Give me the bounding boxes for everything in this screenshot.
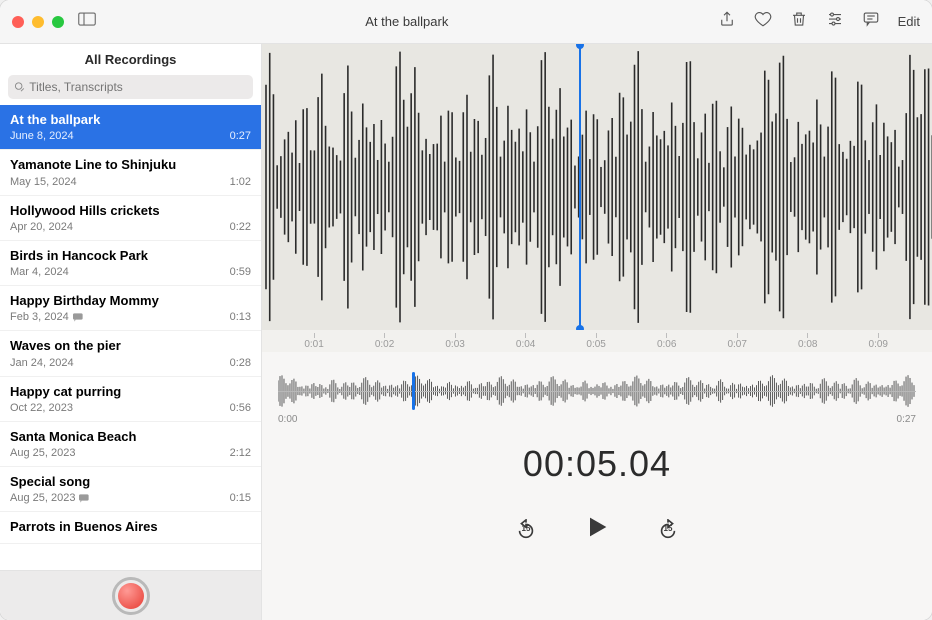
overview-playhead[interactable] (412, 372, 415, 410)
overview-end-time: 0:27 (897, 414, 916, 425)
waveform-overview[interactable] (278, 372, 916, 410)
search-field[interactable] (8, 75, 253, 99)
timeline-ruler[interactable]: 0:01 0:02 0:03 0:04 0:05 0:06 0:07 0:08 0:09 (262, 330, 932, 352)
share-button[interactable] (718, 10, 736, 33)
timeline-tick: 0:01 (304, 333, 323, 350)
transcript-button[interactable] (862, 10, 880, 33)
search-input[interactable] (29, 80, 247, 94)
recording-title: Parrots in Buenos Aires (10, 519, 251, 535)
play-button[interactable] (583, 513, 611, 546)
record-button[interactable] (112, 577, 150, 615)
window-controls (12, 16, 64, 28)
recording-duration: 1:02 (230, 176, 251, 188)
recording-duration: 0:27 (230, 130, 251, 142)
timeline-tick: 0:08 (798, 333, 817, 350)
recording-duration: 0:28 (230, 357, 251, 369)
recording-duration: 0:56 (230, 402, 251, 414)
recording-title: Yamanote Line to Shinjuku (10, 157, 251, 173)
recording-date: Feb 3, 2024 (10, 311, 84, 323)
waveform-large[interactable] (262, 44, 932, 330)
recording-item-1[interactable]: Yamanote Line to Shinjuku May 15, 2024 1:0… (0, 150, 261, 195)
recording-title: Special song (10, 474, 251, 490)
timeline-tick: 0:09 (869, 333, 888, 350)
main-panel: 0:01 0:02 0:03 0:04 0:05 0:06 0:07 0:08 0:09 0:0… (262, 44, 932, 620)
sidebar-heading: All Recordings (0, 44, 261, 75)
playhead[interactable] (579, 44, 581, 330)
timeline-tick: 0:03 (445, 333, 464, 350)
recording-title: Santa Monica Beach (10, 429, 251, 445)
recording-duration: 0:59 (230, 266, 251, 278)
zoom-window-button[interactable] (52, 16, 64, 28)
recording-item-4[interactable]: Happy Birthday Mommy Feb 3, 2024 0:13 (0, 286, 261, 331)
toolbar-actions: Edit (718, 10, 920, 33)
overview-start-time: 0:00 (278, 414, 297, 425)
current-time-display: 00:05.04 (262, 443, 932, 485)
overview-range: 0:00 0:27 (278, 414, 916, 425)
skip-forward-button[interactable]: 15 (657, 519, 679, 541)
recording-date: June 8, 2024 (10, 130, 74, 142)
titlebar: At the ballpark Edit (0, 0, 932, 44)
record-footer (0, 570, 261, 620)
recording-title: At the ballpark (10, 112, 251, 128)
minimize-window-button[interactable] (32, 16, 44, 28)
playback-controls: 15 15 (262, 513, 932, 546)
recording-item-3[interactable]: Birds in Hancock Park Mar 4, 2024 0:59 (0, 241, 261, 286)
recording-item-0[interactable]: At the ballpark June 8, 2024 0:27 (0, 105, 261, 150)
recording-title: Birds in Hancock Park (10, 248, 251, 264)
favorite-button[interactable] (754, 10, 772, 33)
recordings-list[interactable]: At the ballpark June 8, 2024 0:27 Yamanote … (0, 105, 261, 570)
timeline-tick: 0:05 (586, 333, 605, 350)
recording-duration: 0:22 (230, 221, 251, 233)
delete-button[interactable] (790, 10, 808, 33)
recording-title: Waves on the pier (10, 338, 251, 354)
recording-date: Apr 20, 2024 (10, 221, 73, 233)
sidebar-toggle-button[interactable] (78, 12, 96, 31)
recording-date: Jan 24, 2024 (10, 357, 74, 369)
timeline-tick: 0:02 (375, 333, 394, 350)
recording-title: Happy Birthday Mommy (10, 293, 251, 309)
recording-title: Hollywood Hills crickets (10, 203, 251, 219)
recording-duration: 2:12 (230, 447, 251, 459)
recording-date: Oct 22, 2023 (10, 402, 73, 414)
sidebar: All Recordings At the ballpark June 8, 20… (0, 44, 262, 620)
recording-item-6[interactable]: Happy cat purring Oct 22, 2023 0:56 (0, 377, 261, 422)
recording-duration: 0:13 (230, 311, 251, 323)
recording-item-5[interactable]: Waves on the pier Jan 24, 2024 0:28 (0, 331, 261, 376)
recording-item-2[interactable]: Hollywood Hills crickets Apr 20, 2024 0:22 (0, 196, 261, 241)
recording-item-7[interactable]: Santa Monica Beach Aug 25, 2023 2:12 (0, 422, 261, 467)
recording-date: Mar 4, 2024 (10, 266, 69, 278)
recording-date: Aug 25, 2023 (10, 447, 75, 459)
recording-date: May 15, 2024 (10, 176, 77, 188)
recording-date: Aug 25, 2023 (10, 492, 90, 504)
timeline-tick: 0:07 (727, 333, 746, 350)
recording-item-9[interactable]: Parrots in Buenos Aires (0, 512, 261, 543)
recording-item-8[interactable]: Special song Aug 25, 2023 0:15 (0, 467, 261, 512)
recording-title: Happy cat purring (10, 384, 251, 400)
search-icon (14, 81, 25, 93)
edit-button[interactable]: Edit (898, 14, 920, 29)
close-window-button[interactable] (12, 16, 24, 28)
recording-duration: 0:15 (230, 492, 251, 504)
settings-sliders-button[interactable] (826, 10, 844, 33)
window-title: At the ballpark (96, 14, 718, 29)
timeline-tick: 0:04 (516, 333, 535, 350)
timeline-tick: 0:06 (657, 333, 676, 350)
skip-back-button[interactable]: 15 (515, 519, 537, 541)
